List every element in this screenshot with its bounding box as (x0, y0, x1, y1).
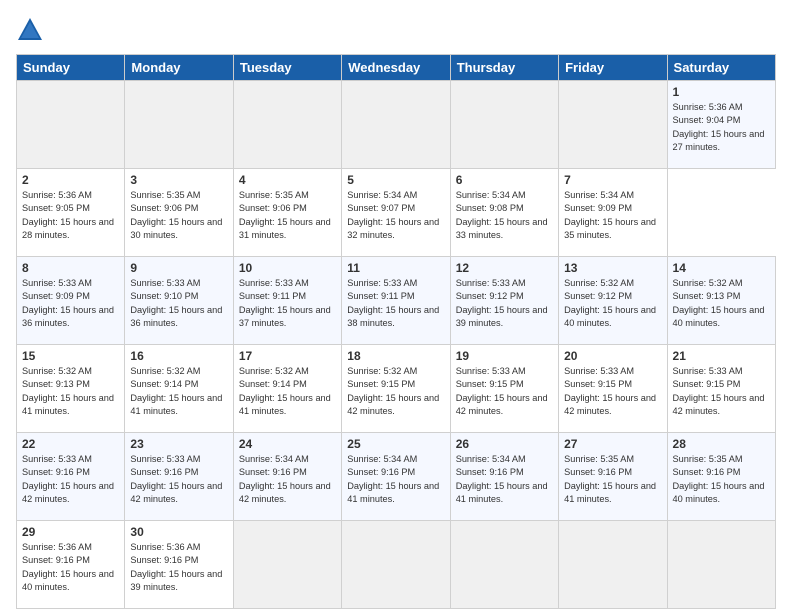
calendar-week-row: 29Sunrise: 5:36 AMSunset: 9:16 PMDayligh… (17, 521, 776, 609)
calendar-cell-day-21: 21Sunrise: 5:33 AMSunset: 9:15 PMDayligh… (667, 345, 775, 433)
calendar-cell-day-14: 14Sunrise: 5:32 AMSunset: 9:13 PMDayligh… (667, 257, 775, 345)
logo-icon (16, 16, 44, 44)
empty-cell (559, 81, 667, 169)
calendar-cell-day-28: 28Sunrise: 5:35 AMSunset: 9:16 PMDayligh… (667, 433, 775, 521)
header-sunday: Sunday (17, 55, 125, 81)
logo (16, 16, 48, 44)
calendar-page: SundayMondayTuesdayWednesdayThursdayFrid… (0, 0, 792, 612)
calendar-week-row: 1Sunrise: 5:36 AMSunset: 9:04 PMDaylight… (17, 81, 776, 169)
header-saturday: Saturday (667, 55, 775, 81)
calendar-cell-day-19: 19Sunrise: 5:33 AMSunset: 9:15 PMDayligh… (450, 345, 558, 433)
empty-cell (667, 521, 775, 609)
calendar-cell-day-23: 23Sunrise: 5:33 AMSunset: 9:16 PMDayligh… (125, 433, 233, 521)
calendar-week-row: 8Sunrise: 5:33 AMSunset: 9:09 PMDaylight… (17, 257, 776, 345)
header-monday: Monday (125, 55, 233, 81)
calendar-header-row: SundayMondayTuesdayWednesdayThursdayFrid… (17, 55, 776, 81)
calendar-week-row: 15Sunrise: 5:32 AMSunset: 9:13 PMDayligh… (17, 345, 776, 433)
calendar-cell-day-4: 4Sunrise: 5:35 AMSunset: 9:06 PMDaylight… (233, 169, 341, 257)
empty-cell (450, 521, 558, 609)
calendar-cell-day-18: 18Sunrise: 5:32 AMSunset: 9:15 PMDayligh… (342, 345, 450, 433)
calendar-week-row: 2Sunrise: 5:36 AMSunset: 9:05 PMDaylight… (17, 169, 776, 257)
calendar-cell-day-26: 26Sunrise: 5:34 AMSunset: 9:16 PMDayligh… (450, 433, 558, 521)
calendar-cell-day-25: 25Sunrise: 5:34 AMSunset: 9:16 PMDayligh… (342, 433, 450, 521)
calendar-cell-day-27: 27Sunrise: 5:35 AMSunset: 9:16 PMDayligh… (559, 433, 667, 521)
calendar-cell-day-30: 30Sunrise: 5:36 AMSunset: 9:16 PMDayligh… (125, 521, 233, 609)
header-wednesday: Wednesday (342, 55, 450, 81)
calendar-cell-day-3: 3Sunrise: 5:35 AMSunset: 9:06 PMDaylight… (125, 169, 233, 257)
calendar-cell-day-24: 24Sunrise: 5:34 AMSunset: 9:16 PMDayligh… (233, 433, 341, 521)
empty-cell (17, 81, 125, 169)
calendar-cell-day-2: 2Sunrise: 5:36 AMSunset: 9:05 PMDaylight… (17, 169, 125, 257)
empty-cell (342, 81, 450, 169)
header-tuesday: Tuesday (233, 55, 341, 81)
calendar-cell-day-9: 9Sunrise: 5:33 AMSunset: 9:10 PMDaylight… (125, 257, 233, 345)
calendar-cell-day-12: 12Sunrise: 5:33 AMSunset: 9:12 PMDayligh… (450, 257, 558, 345)
calendar-cell-day-13: 13Sunrise: 5:32 AMSunset: 9:12 PMDayligh… (559, 257, 667, 345)
calendar-cell-day-22: 22Sunrise: 5:33 AMSunset: 9:16 PMDayligh… (17, 433, 125, 521)
calendar-cell-day-20: 20Sunrise: 5:33 AMSunset: 9:15 PMDayligh… (559, 345, 667, 433)
calendar-cell-day-7: 7Sunrise: 5:34 AMSunset: 9:09 PMDaylight… (559, 169, 667, 257)
calendar-week-row: 22Sunrise: 5:33 AMSunset: 9:16 PMDayligh… (17, 433, 776, 521)
calendar-table: SundayMondayTuesdayWednesdayThursdayFrid… (16, 54, 776, 609)
empty-cell (233, 521, 341, 609)
empty-cell (233, 81, 341, 169)
calendar-cell-day-29: 29Sunrise: 5:36 AMSunset: 9:16 PMDayligh… (17, 521, 125, 609)
calendar-cell-day-8: 8Sunrise: 5:33 AMSunset: 9:09 PMDaylight… (17, 257, 125, 345)
calendar-cell-day-6: 6Sunrise: 5:34 AMSunset: 9:08 PMDaylight… (450, 169, 558, 257)
calendar-cell-day-15: 15Sunrise: 5:32 AMSunset: 9:13 PMDayligh… (17, 345, 125, 433)
page-header (16, 16, 776, 44)
calendar-cell-day-16: 16Sunrise: 5:32 AMSunset: 9:14 PMDayligh… (125, 345, 233, 433)
empty-cell (125, 81, 233, 169)
empty-cell (342, 521, 450, 609)
empty-cell (450, 81, 558, 169)
calendar-cell-day-11: 11Sunrise: 5:33 AMSunset: 9:11 PMDayligh… (342, 257, 450, 345)
calendar-cell-day-5: 5Sunrise: 5:34 AMSunset: 9:07 PMDaylight… (342, 169, 450, 257)
calendar-cell-day-17: 17Sunrise: 5:32 AMSunset: 9:14 PMDayligh… (233, 345, 341, 433)
header-friday: Friday (559, 55, 667, 81)
calendar-cell-day-1: 1Sunrise: 5:36 AMSunset: 9:04 PMDaylight… (667, 81, 775, 169)
empty-cell (559, 521, 667, 609)
calendar-cell-day-10: 10Sunrise: 5:33 AMSunset: 9:11 PMDayligh… (233, 257, 341, 345)
header-thursday: Thursday (450, 55, 558, 81)
